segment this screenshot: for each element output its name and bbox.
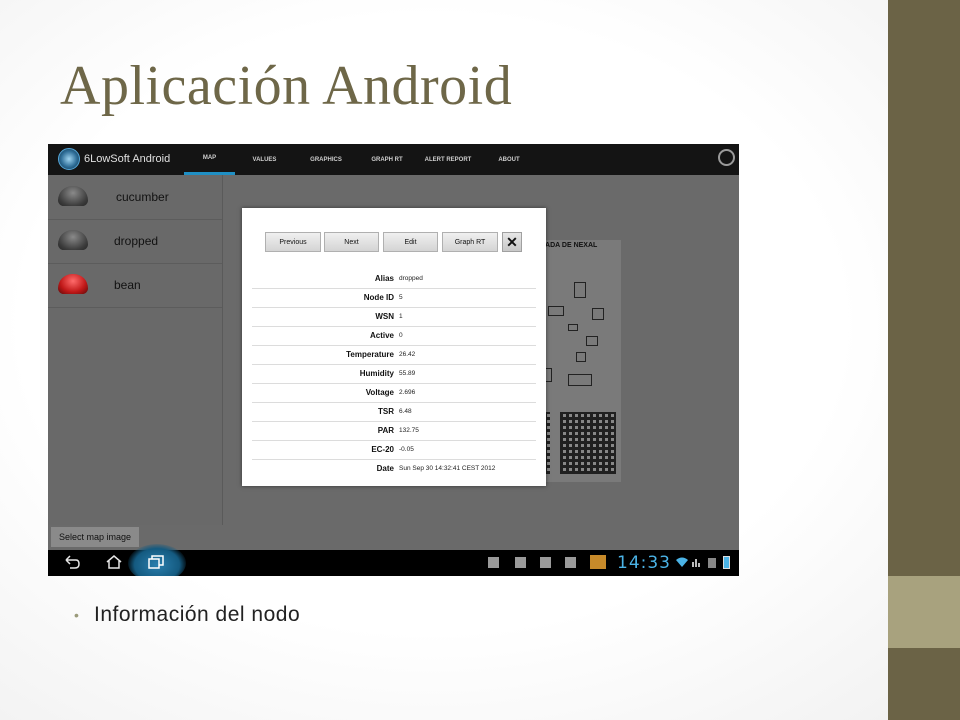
map-heading: RADA DE NEXAL — [540, 242, 598, 249]
field-value: Sun Sep 30 14:32:41 CEST 2012 — [399, 465, 496, 472]
info-row: TSR 6.48 — [252, 403, 536, 422]
map-room — [576, 352, 586, 362]
tab-map[interactable]: MAP — [184, 144, 235, 175]
field-label: Humidity — [359, 369, 394, 378]
edit-button[interactable]: Edit — [383, 232, 438, 252]
home-icon[interactable] — [106, 555, 122, 569]
decorative-sidebar-bottom — [888, 648, 960, 720]
info-row: Active 0 — [252, 327, 536, 346]
field-value: 26.42 — [399, 351, 416, 358]
field-value: dropped — [399, 275, 423, 282]
tab-alert-report[interactable]: ALERT REPORT — [420, 144, 476, 175]
map-room — [574, 282, 586, 298]
field-value: 1 — [399, 313, 403, 320]
field-label: Voltage — [365, 388, 394, 397]
sync-icon[interactable] — [718, 149, 735, 166]
field-label: PAR — [377, 426, 394, 435]
list-item[interactable]: cucumber — [48, 175, 222, 220]
android-screenshot: 6LowSoft Android MAP VALUES GRAPHICS GRA… — [48, 144, 739, 576]
tab-about[interactable]: ABOUT — [490, 144, 528, 175]
field-label: Node ID — [363, 293, 394, 302]
field-value: 55.89 — [399, 370, 416, 377]
info-row: Humidity 55.89 — [252, 365, 536, 384]
notification-icon[interactable] — [488, 557, 499, 568]
clock: 14:33 — [617, 553, 671, 573]
field-value: 132.75 — [399, 427, 419, 434]
select-map-image-button[interactable]: Select map image — [50, 526, 140, 548]
field-value: 6.48 — [399, 408, 412, 415]
decorative-sidebar-middle — [888, 576, 960, 648]
system-navigation-bar: 14:33 — [48, 544, 739, 576]
map-pattern — [560, 412, 616, 474]
list-item[interactable]: dropped — [48, 219, 222, 264]
bullet-text: Información del nodo — [94, 603, 301, 626]
info-row: Temperature 26.42 — [252, 346, 536, 365]
node-status-led-icon — [58, 186, 88, 206]
decorative-sidebar-top — [888, 0, 960, 576]
close-icon[interactable]: ✕ — [502, 232, 522, 252]
map-room — [586, 336, 598, 346]
info-row: Node ID 5 — [252, 289, 536, 308]
previous-button[interactable]: Previous — [265, 232, 321, 252]
app-name: 6LowSoft Android — [84, 153, 171, 165]
list-item[interactable]: bean — [48, 263, 222, 308]
app-notification-icon[interactable] — [590, 555, 606, 569]
field-label: Date — [376, 464, 394, 473]
field-label: Alias — [374, 274, 394, 283]
tab-values[interactable]: VALUES — [243, 144, 286, 175]
tab-graphics[interactable]: GRAPHICS — [300, 144, 352, 175]
field-value: 5 — [399, 294, 403, 301]
map-image[interactable]: RADA DE NEXAL — [538, 240, 621, 482]
field-label: Active — [369, 331, 394, 340]
next-button[interactable]: Next — [324, 232, 379, 252]
mail-icon[interactable] — [565, 557, 576, 568]
field-value: 2.696 — [399, 389, 416, 396]
info-row: EC-20 -0.05 — [252, 441, 536, 460]
node-info-dialog: Previous Next Edit Graph RT ✕ Alias drop… — [242, 208, 546, 486]
lock-icon — [708, 558, 716, 568]
graph-rt-button[interactable]: Graph RT — [442, 232, 498, 252]
map-room — [548, 306, 564, 316]
gallery-icon[interactable] — [540, 557, 551, 568]
node-status-led-icon — [58, 274, 88, 294]
info-row: WSN 1 — [252, 308, 536, 327]
node-name: cucumber — [116, 190, 169, 204]
bullet-icon: • — [74, 607, 79, 623]
field-value: 0 — [399, 332, 403, 339]
field-label: Temperature — [346, 350, 394, 359]
map-room — [568, 374, 592, 386]
back-icon[interactable] — [64, 555, 80, 569]
field-label: WSN — [375, 312, 394, 321]
action-bar: 6LowSoft Android MAP VALUES GRAPHICS GRA… — [48, 144, 739, 175]
node-name: dropped — [114, 234, 159, 248]
map-room — [568, 324, 578, 331]
wifi-icon — [676, 557, 688, 567]
field-value: -0.05 — [399, 446, 414, 453]
recent-apps-icon[interactable] — [148, 555, 164, 569]
node-name: bean — [114, 278, 141, 292]
info-row: Date Sun Sep 30 14:32:41 CEST 2012 — [252, 460, 536, 479]
field-label: TSR — [378, 407, 394, 416]
app-logo-icon — [58, 148, 80, 170]
node-status-led-icon — [58, 230, 88, 250]
tab-graph-rt[interactable]: GRAPH RT — [362, 144, 412, 175]
map-room — [592, 308, 604, 320]
info-row: PAR 132.75 — [252, 422, 536, 441]
slide-title: Aplicación Android — [60, 55, 513, 117]
download-icon[interactable] — [515, 557, 526, 568]
info-row: Voltage 2.696 — [252, 384, 536, 403]
battery-icon — [723, 556, 730, 569]
signal-icon — [692, 559, 700, 567]
field-label: EC-20 — [371, 445, 394, 454]
info-row: Alias dropped — [252, 270, 536, 289]
node-list: cucumber dropped bean — [48, 175, 223, 525]
